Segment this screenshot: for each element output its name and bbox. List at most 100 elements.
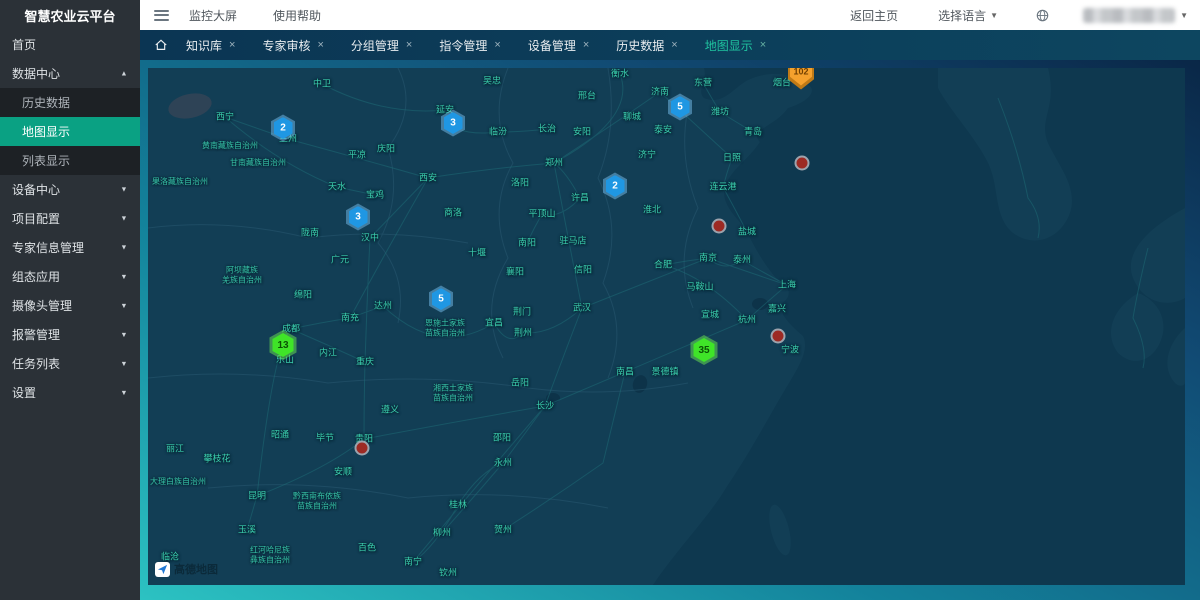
cluster-count: 3 [349,206,368,228]
app-title: 智慧农业云平台 [0,0,140,30]
sidebar-item-label: 专家信息管理 [12,239,84,256]
cluster-marker-orange[interactable]: 102 [788,68,814,90]
language-globe-icon[interactable] [1036,9,1049,22]
username-redacted [1083,8,1175,23]
tab-4[interactable]: 设备管理 × [528,37,589,54]
amap-attribution[interactable]: 高德地图 [155,561,218,577]
tab-close-icon[interactable]: × [229,39,235,51]
cluster-marker-blue[interactable]: 5 [668,94,692,121]
sidebar-item-label: 设置 [12,384,36,401]
sidebar: 智慧农业云平台 首页数据中心▲历史数据地图显示列表显示设备中心▼项目配置▼专家信… [0,0,140,600]
sidebar-item-7[interactable]: 报警管理 ▼ [0,320,140,349]
content-frame: 西宁兰州中卫吴忠延安衡水济南邢台聊城东营潍坊烟台青岛泰安济宁日照临汾长治安阳黄南… [140,60,1200,600]
sidebar-item-0[interactable]: 首页 [0,30,140,59]
sidebar-item-9[interactable]: 设置 ▼ [0,378,140,407]
cluster-count: 102 [790,68,812,86]
topbar-right-link-0[interactable]: 返回主页 [850,7,898,24]
cluster-marker-blue[interactable]: 3 [346,204,370,231]
chevron-down-icon: ▼ [120,214,127,222]
chevron-up-icon: ▲ [120,69,127,77]
cluster-marker-green[interactable]: 35 [691,335,718,365]
device-point-marker[interactable] [712,219,727,234]
sidebar-item-8[interactable]: 任务列表 ▼ [0,349,140,378]
device-point-marker[interactable] [771,329,786,344]
tab-2[interactable]: 分组管理 × [351,37,412,54]
chevron-down-icon: ▼ [120,185,127,193]
tab-list: 知识库×专家审核×分组管理×指令管理×设备管理×历史数据×地图显示× [186,37,793,54]
tabbar: 知识库×专家审核×分组管理×指令管理×设备管理×历史数据×地图显示× [140,30,1200,60]
sidebar-item-4[interactable]: 专家信息管理 ▼ [0,233,140,262]
tab-close-icon[interactable]: × [494,39,500,51]
tab-label: 知识库 [186,37,222,54]
cluster-count: 5 [432,288,451,310]
cluster-marker-blue[interactable]: 3 [441,110,465,137]
user-menu[interactable]: ▼ [1083,8,1188,23]
device-point-marker[interactable] [795,156,810,171]
cluster-count: 2 [606,175,625,197]
map-basemap [148,68,1185,585]
tab-1[interactable]: 专家审核 × [262,37,323,54]
sidebar-item-6[interactable]: 摄像头管理 ▼ [0,291,140,320]
cluster-marker-green[interactable]: 13 [270,330,297,360]
sidebar-item-2[interactable]: 设备中心 ▼ [0,175,140,204]
sidebar-item-label: 摄像头管理 [12,297,72,314]
main-area: 监控大屏 使用帮助 返回主页 选择语言 ▼ ▼ 知识库 × 专家审核 × 分组管理 × 指令管理 ×… [140,0,1200,600]
amap-logo-icon [155,562,170,577]
tab-label: 专家审核 [262,37,310,54]
home-tab-icon[interactable] [154,38,168,52]
device-point-marker[interactable] [355,441,370,456]
sidebar-item-label: 组态应用 [12,268,60,285]
tab-label: 指令管理 [439,37,487,54]
chevron-down-icon: ▼ [120,359,127,367]
topbar-left-link-1[interactable]: 使用帮助 [273,7,321,24]
cluster-marker-blue[interactable]: 2 [603,173,627,200]
chevron-down-icon: ▼ [120,330,127,338]
chevron-down-icon: ▼ [120,301,127,309]
collapse-menu-icon[interactable] [154,10,169,21]
topbar-right-link-1[interactable]: 选择语言 ▼ [938,7,998,24]
tab-label: 设备管理 [528,37,576,54]
sidebar-subitem-2[interactable]: 列表显示 [0,146,140,175]
tab-6[interactable]: 地图显示 × [705,37,766,54]
sidebar-submenu: 历史数据地图显示列表显示 [0,88,140,175]
sidebar-item-1[interactable]: 数据中心 ▲ [0,59,140,88]
tab-3[interactable]: 指令管理 × [439,37,500,54]
tab-close-icon[interactable]: × [671,39,677,51]
tab-label: 分组管理 [351,37,399,54]
tab-close-icon[interactable]: × [317,39,323,51]
topbar: 监控大屏 使用帮助 返回主页 选择语言 ▼ ▼ [140,0,1200,30]
sidebar-item-label: 设备中心 [12,181,60,198]
cluster-count: 2 [274,117,293,139]
chevron-down-icon: ▼ [120,388,127,396]
sidebar-item-label: 报警管理 [12,326,60,343]
sidebar-item-label: 项目配置 [12,210,60,227]
chevron-down-icon: ▼ [120,272,127,280]
cluster-count: 5 [671,96,690,118]
map-canvas[interactable]: 西宁兰州中卫吴忠延安衡水济南邢台聊城东营潍坊烟台青岛泰安济宁日照临汾长治安阳黄南… [148,68,1185,585]
cluster-marker-blue[interactable]: 5 [429,286,453,313]
cluster-count: 13 [273,333,294,357]
cluster-count: 35 [694,338,715,362]
tab-close-icon[interactable]: × [406,39,412,51]
user-caret-icon: ▼ [1180,11,1188,20]
tab-label: 地图显示 [705,37,753,54]
sidebar-item-3[interactable]: 项目配置 ▼ [0,204,140,233]
sidebar-item-label: 任务列表 [12,355,60,372]
amap-attribution-label: 高德地图 [174,561,218,577]
sidebar-item-label: 首页 [12,36,36,53]
chevron-down-icon: ▼ [990,11,998,20]
topbar-right-label: 选择语言 [938,7,986,24]
tab-close-icon[interactable]: × [760,39,766,51]
tab-5[interactable]: 历史数据× [616,37,677,54]
cluster-marker-blue[interactable]: 2 [271,115,295,142]
sidebar-item-5[interactable]: 组态应用 ▼ [0,262,140,291]
chevron-down-icon: ▼ [120,243,127,251]
tab-0[interactable]: 知识库 × [186,37,235,54]
sidebar-subitem-0[interactable]: 历史数据 [0,88,140,117]
sidebar-subitem-1[interactable]: 地图显示 [0,117,140,146]
sidebar-menu: 首页数据中心▲历史数据地图显示列表显示设备中心▼项目配置▼专家信息管理▼组态应用… [0,30,140,407]
tab-close-icon[interactable]: × [583,39,589,51]
topbar-left-links: 监控大屏 使用帮助 [189,7,357,24]
sidebar-item-label: 数据中心 [12,65,60,82]
topbar-left-link-0[interactable]: 监控大屏 [189,7,237,24]
